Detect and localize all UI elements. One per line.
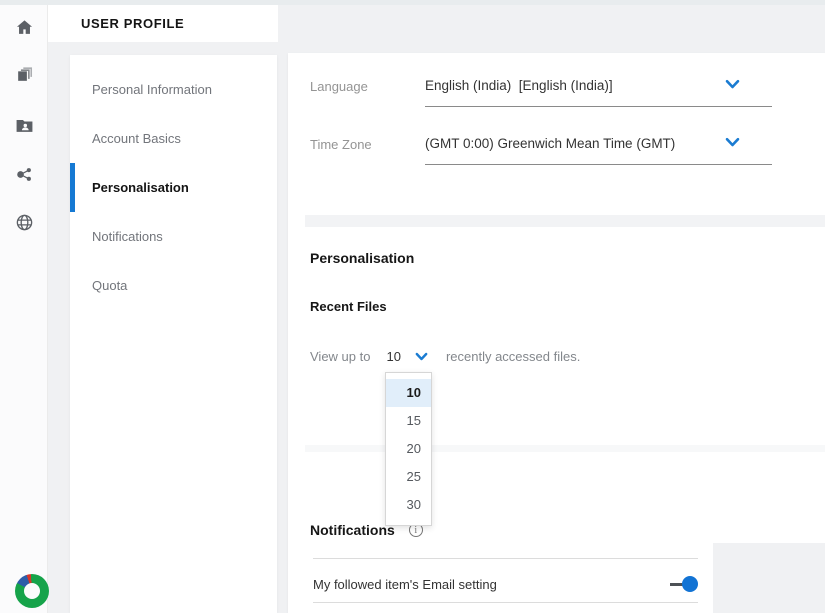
recently-accessed-label: recently accessed files. (446, 349, 580, 364)
email-setting-label: My followed item's Email setting (313, 577, 497, 592)
shared-with-me-icon[interactable] (15, 116, 34, 135)
language-value: English (India) [English (India)] (425, 78, 613, 93)
dropdown-option-25[interactable]: 25 (386, 463, 431, 491)
language-label: Language (310, 77, 425, 94)
timezone-select[interactable]: (GMT 0:00) Greenwich Mean Time (GMT) (425, 135, 772, 165)
settings-panel: Language English (India) [English (India… (288, 53, 825, 613)
chevron-down-icon[interactable] (415, 352, 428, 362)
share-network-icon[interactable] (15, 165, 34, 184)
recent-files-dropdown: 1015202530 (385, 372, 432, 526)
header: USER PROFILE (48, 5, 278, 42)
timezone-row: Time Zone (GMT 0:00) Greenwich Mean Time… (310, 135, 772, 165)
section-separator (305, 215, 825, 227)
files-icon[interactable] (15, 65, 34, 84)
timezone-label: Time Zone (310, 135, 425, 152)
divider (313, 558, 698, 559)
language-select[interactable]: English (India) [English (India)] (425, 77, 772, 107)
toggle-knob (682, 576, 698, 592)
profile-nav: Personal InformationAccount BasicsPerson… (70, 55, 277, 613)
recent-files-setting: View up to 10 recently accessed files. (310, 349, 580, 364)
dropdown-option-15[interactable]: 15 (386, 407, 431, 435)
personalisation-heading: Personalisation (310, 250, 414, 266)
recent-files-heading: Recent Files (310, 299, 387, 314)
dropdown-option-30[interactable]: 30 (386, 491, 431, 519)
recent-files-count-select[interactable]: 10 (386, 349, 400, 364)
app-icon-rail (0, 5, 48, 613)
sidebar-item-account-basics[interactable]: Account Basics (70, 114, 277, 163)
content-background-top (278, 5, 825, 53)
sidebar-item-personal-information[interactable]: Personal Information (70, 65, 277, 114)
net-folders-globe-icon[interactable] (15, 213, 34, 232)
divider (313, 602, 698, 603)
timezone-value: (GMT 0:00) Greenwich Mean Time (GMT) (425, 136, 675, 151)
micro-focus-logo (15, 574, 49, 608)
dropdown-option-20[interactable]: 20 (386, 435, 431, 463)
chevron-down-icon (725, 79, 740, 90)
page-title: USER PROFILE (81, 16, 184, 31)
dropdown-option-10[interactable]: 10 (386, 379, 431, 407)
chevron-down-icon (725, 137, 740, 148)
email-setting-row: My followed item's Email setting (313, 571, 698, 597)
language-row: Language English (India) [English (India… (310, 77, 772, 107)
sidebar-item-quota[interactable]: Quota (70, 261, 277, 310)
section-separator (305, 445, 825, 452)
email-setting-toggle[interactable] (670, 576, 698, 592)
notifications-heading: Notifications (310, 522, 395, 538)
sidebar-item-notifications[interactable]: Notifications (70, 212, 277, 261)
view-up-to-label: View up to (310, 349, 370, 364)
background-corner (713, 543, 825, 613)
sidebar-item-personalisation[interactable]: Personalisation (70, 163, 277, 212)
home-icon[interactable] (15, 18, 34, 37)
